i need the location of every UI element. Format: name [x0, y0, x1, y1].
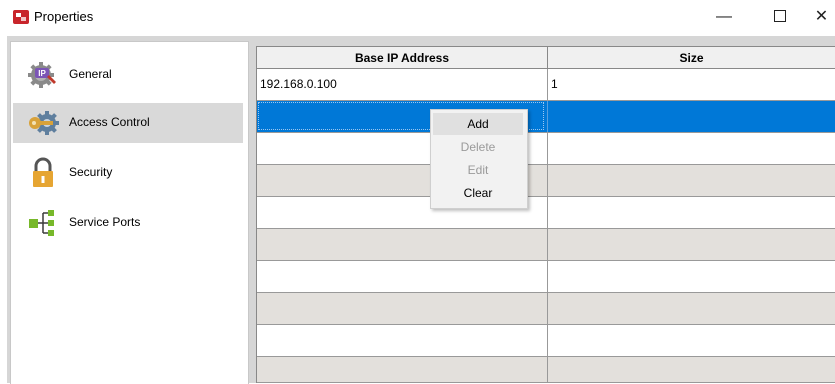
- size-cell[interactable]: [548, 325, 835, 356]
- table-row-selected[interactable]: [257, 101, 835, 133]
- context-menu: Add Delete Edit Clear: [430, 109, 528, 209]
- menu-item-clear[interactable]: Clear: [433, 182, 523, 204]
- maximize-button[interactable]: [757, 0, 803, 34]
- sidebar-item-label: Access Control: [69, 115, 150, 129]
- window-title: Properties: [34, 9, 94, 24]
- table-row[interactable]: [257, 197, 835, 229]
- svg-text:IP: IP: [38, 69, 46, 78]
- title-bar: Properties — ✕: [0, 0, 835, 34]
- ip-gear-icon: IP: [28, 62, 56, 88]
- ip-cell[interactable]: [257, 357, 548, 383]
- size-cell[interactable]: [548, 293, 835, 324]
- ip-cell[interactable]: [257, 293, 548, 324]
- size-cell[interactable]: [548, 133, 835, 164]
- ip-cell[interactable]: [257, 261, 548, 292]
- maximize-icon: [774, 9, 786, 22]
- sidebar: IP General Access Control Security Servi…: [10, 41, 249, 384]
- size-cell[interactable]: [548, 357, 835, 383]
- menu-item-add[interactable]: Add: [433, 113, 523, 135]
- table-row[interactable]: [257, 165, 835, 197]
- table-row[interactable]: [257, 133, 835, 165]
- minimize-icon: —: [716, 8, 732, 25]
- menu-item-edit: Edit: [467, 163, 489, 177]
- sidebar-item-general[interactable]: IP General: [13, 55, 243, 95]
- close-button[interactable]: ✕: [808, 0, 835, 34]
- sidebar-item-label: Service Ports: [69, 215, 141, 229]
- app-icon: [13, 10, 29, 24]
- sidebar-item-security[interactable]: Security: [13, 153, 243, 193]
- table-header: Base IP Address Size: [257, 46, 835, 69]
- table-row[interactable]: [257, 357, 835, 383]
- sidebar-item-access-control[interactable]: Access Control: [13, 103, 243, 143]
- table-row[interactable]: [257, 293, 835, 325]
- column-header-size[interactable]: Size: [548, 46, 835, 68]
- table-row[interactable]: [257, 325, 835, 357]
- sidebar-item-label: General: [69, 67, 112, 81]
- minimize-button[interactable]: —: [701, 0, 747, 34]
- size-cell[interactable]: [548, 197, 835, 228]
- column-header-base-ip[interactable]: Base IP Address: [257, 46, 548, 68]
- ip-cell[interactable]: 192.168.0.100: [257, 69, 548, 100]
- sidebar-item-label: Security: [69, 165, 113, 179]
- table-row[interactable]: [257, 229, 835, 261]
- ip-cell[interactable]: [257, 229, 548, 260]
- menu-item-delete: Delete: [460, 140, 496, 154]
- key-gear-icon: [29, 111, 59, 135]
- ip-address-table: Base IP Address Size 192.168.0.100 1: [256, 46, 835, 383]
- network-ports-icon: [29, 210, 54, 236]
- padlock-icon: [33, 157, 53, 187]
- close-icon: ✕: [814, 8, 829, 25]
- size-cell[interactable]: 1: [548, 69, 835, 100]
- sidebar-item-service-ports[interactable]: Service Ports: [13, 203, 243, 243]
- table-row[interactable]: [257, 261, 835, 293]
- ip-cell[interactable]: [257, 325, 548, 356]
- table-row[interactable]: 192.168.0.100 1: [257, 69, 835, 101]
- size-cell[interactable]: [548, 101, 835, 132]
- size-cell[interactable]: [548, 165, 835, 196]
- size-cell[interactable]: [548, 261, 835, 292]
- size-cell[interactable]: [548, 229, 835, 260]
